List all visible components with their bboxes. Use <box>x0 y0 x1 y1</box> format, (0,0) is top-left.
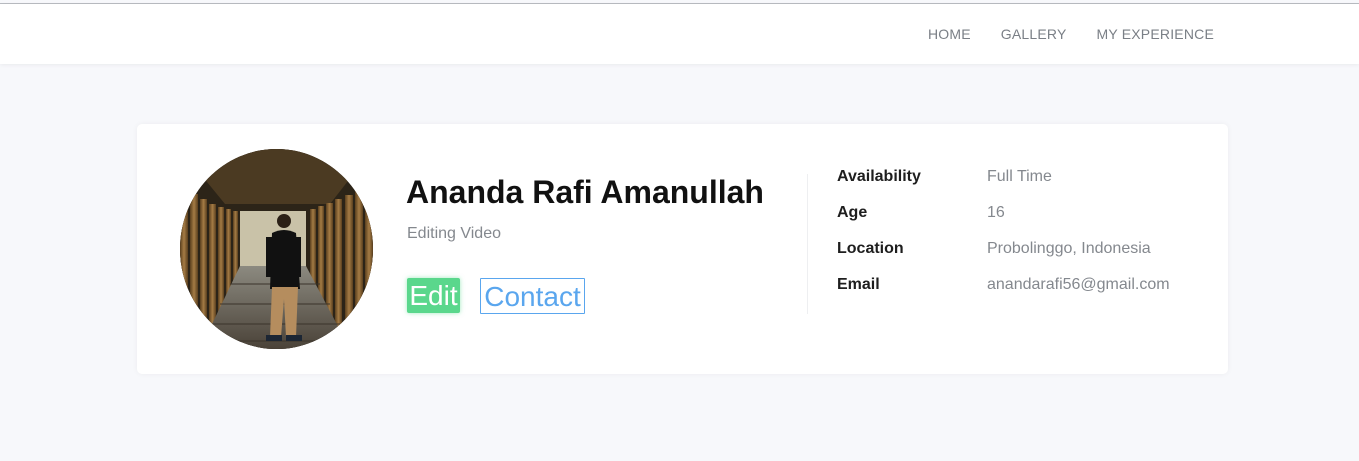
info-row-email: Email anandarafi56@gmail.com <box>837 276 1170 312</box>
avatar <box>180 149 373 349</box>
nav-experience-link[interactable]: MY EXPERIENCE <box>1097 26 1215 42</box>
profile-info-list: Availability Full Time Age 16 Location P… <box>837 168 1170 312</box>
info-row-availability: Availability Full Time <box>837 168 1170 204</box>
info-label: Email <box>837 276 880 293</box>
vertical-divider <box>807 174 808 314</box>
nav-links: HOME GALLERY MY EXPERIENCE <box>928 26 1214 42</box>
profile-photo <box>180 149 373 349</box>
profile-name: Ananda Rafi Amanullah <box>406 174 764 210</box>
info-label: Location <box>837 240 904 257</box>
edit-button[interactable]: Edit <box>407 278 460 313</box>
info-value: Probolinggo, Indonesia <box>987 240 1151 257</box>
info-value: anandarafi56@gmail.com <box>987 276 1170 293</box>
info-value: 16 <box>987 204 1005 221</box>
info-row-age: Age 16 <box>837 204 1170 240</box>
contact-button[interactable]: Contact <box>480 278 585 314</box>
profile-role: Editing Video <box>407 225 501 242</box>
info-value: Full Time <box>987 168 1052 185</box>
profile-card: Ananda Rafi Amanullah Editing Video Edit… <box>137 124 1228 374</box>
info-row-location: Location Probolinggo, Indonesia <box>837 240 1170 276</box>
info-label: Availability <box>837 168 921 185</box>
info-label: Age <box>837 204 868 221</box>
nav-gallery-link[interactable]: GALLERY <box>1001 26 1067 42</box>
nav-home-link[interactable]: HOME <box>928 26 971 42</box>
navbar: HOME GALLERY MY EXPERIENCE <box>0 4 1359 64</box>
